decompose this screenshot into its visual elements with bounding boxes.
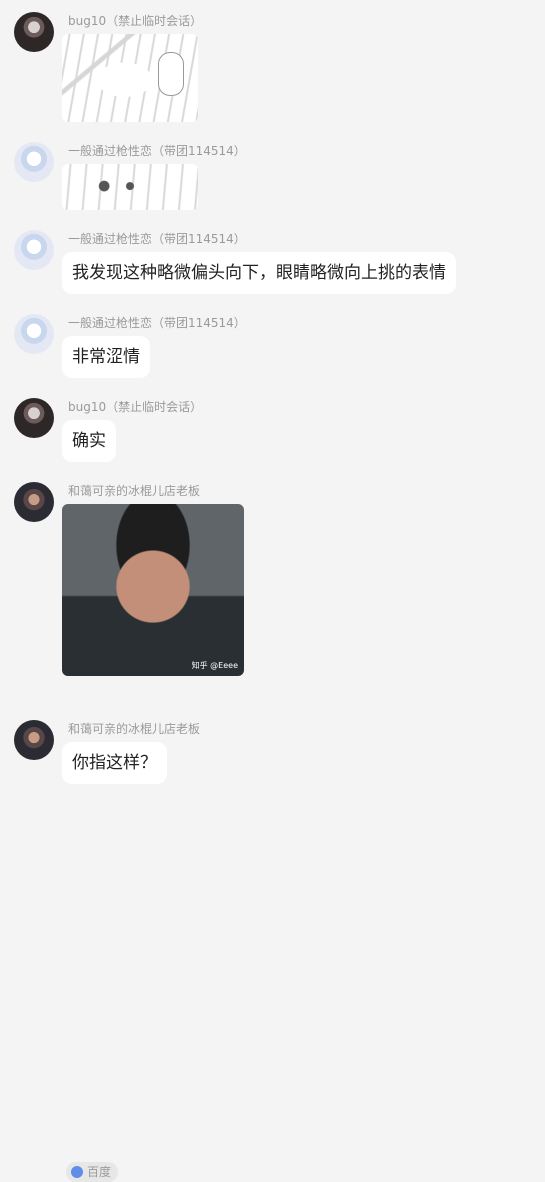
sender-name[interactable]: 和蔼可亲的冰棍儿店老板 bbox=[68, 482, 200, 499]
sender-name[interactable]: bug10（禁止临时会话） bbox=[68, 398, 202, 415]
sender-name[interactable]: bug10（禁止临时会话） bbox=[68, 12, 202, 29]
avatar[interactable] bbox=[14, 142, 54, 182]
sender-name[interactable]: 一般通过枪性恋（带团114514） bbox=[68, 230, 246, 247]
message-7: 和蔼可亲的冰棍儿店老板 你指这样？ bbox=[0, 714, 545, 786]
avatar[interactable] bbox=[14, 12, 54, 52]
avatar[interactable] bbox=[14, 230, 54, 270]
message-bubble[interactable]: 你指这样？ bbox=[62, 742, 167, 784]
sender-name[interactable]: 一般通过枪性恋（带团114514） bbox=[68, 314, 246, 331]
message-3: 一般通过枪性恋（带团114514） 我发现这种略微偏头向下，眼睛略微向上挑的表情 bbox=[0, 224, 545, 296]
paw-icon bbox=[71, 1166, 83, 1178]
avatar[interactable] bbox=[14, 314, 54, 354]
image-caption: 知乎 @Eeee bbox=[191, 661, 238, 670]
avatar[interactable] bbox=[14, 482, 54, 522]
message-4: 一般通过枪性恋（带团114514） 非常涩情 bbox=[0, 308, 545, 380]
message-5: bug10（禁止临时会话） 确实 bbox=[0, 392, 545, 464]
avatar[interactable] bbox=[14, 720, 54, 760]
manga-image[interactable] bbox=[62, 164, 198, 210]
message-1: bug10（禁止临时会话） bbox=[0, 0, 545, 124]
avatar[interactable] bbox=[14, 398, 54, 438]
speech-bubble-icon bbox=[158, 52, 184, 96]
message-bubble[interactable]: 我发现这种略微偏头向下，眼睛略微向上挑的表情 bbox=[62, 252, 456, 294]
message-bubble[interactable]: 确实 bbox=[62, 420, 116, 462]
manga-image[interactable] bbox=[62, 34, 198, 122]
sender-name[interactable]: 和蔼可亲的冰棍儿店老板 bbox=[68, 720, 200, 737]
source-tag[interactable]: 百度 bbox=[66, 1162, 119, 1182]
photo-image[interactable]: 知乎 @Eeee bbox=[62, 504, 244, 676]
message-6: 和蔼可亲的冰棍儿店老板 知乎 @Eeee 百度 bbox=[0, 476, 545, 1182]
message-bubble[interactable]: 非常涩情 bbox=[62, 336, 150, 378]
message-2: 一般通过枪性恋（带团114514） bbox=[0, 138, 545, 214]
sender-name[interactable]: 一般通过枪性恋（带团114514） bbox=[68, 142, 246, 159]
